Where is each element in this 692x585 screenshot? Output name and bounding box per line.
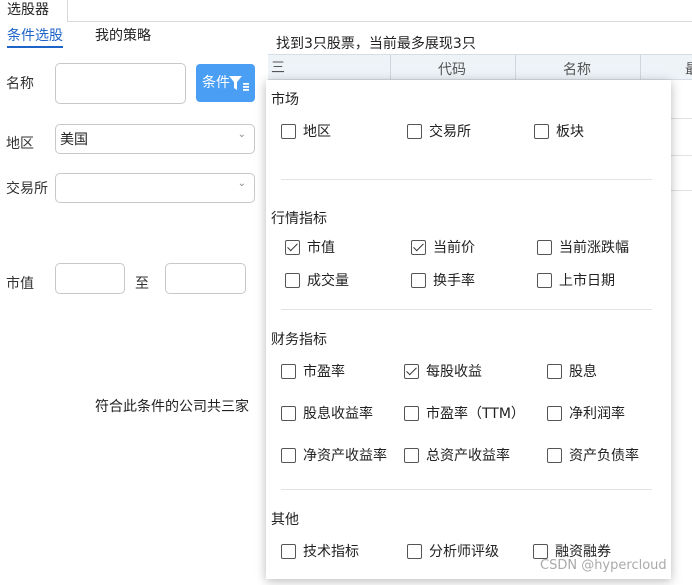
tab-condition-screen-label: 条件选股: [7, 28, 63, 44]
exchange-select[interactable]: ⌄: [55, 173, 255, 203]
checkbox[interactable]: [404, 406, 419, 421]
column-header-code[interactable]: 代码: [438, 59, 466, 79]
name-input[interactable]: [55, 63, 186, 104]
option-label: 板块: [556, 124, 584, 140]
column-menu-icon[interactable]: 三: [271, 57, 285, 77]
name-label: 名称: [6, 76, 34, 92]
chevron-down-icon: ⌄: [237, 129, 246, 140]
tab-my-strategy[interactable]: 我的策略: [95, 27, 151, 45]
checkbox[interactable]: [534, 124, 549, 139]
column-header-name[interactable]: 名称: [563, 59, 591, 79]
section-divider: [281, 489, 652, 490]
region-select[interactable]: 美国 ⌄: [55, 124, 255, 154]
checkbox[interactable]: [407, 544, 422, 559]
checkbox-checked[interactable]: [285, 240, 300, 255]
results-table-header: 三 代码 名称 最: [268, 54, 692, 81]
column-divider: [515, 55, 516, 81]
checkbox[interactable]: [411, 273, 426, 288]
option-label: 净资产收益率: [303, 448, 387, 464]
column-chooser-popup: 市场 地区 交易所 板块 行情指标 市值 当前价 当前涨跌幅 成交量 换手率 上…: [266, 80, 671, 579]
checkbox[interactable]: [407, 124, 422, 139]
section-title-market-indicators: 行情指标: [271, 211, 327, 227]
checkbox[interactable]: [547, 406, 562, 421]
option-label: 地区: [303, 124, 331, 140]
range-to-label: 至: [135, 276, 149, 292]
section-title-market: 市场: [271, 92, 299, 108]
option-label: 市值: [307, 240, 335, 256]
checkbox[interactable]: [537, 240, 552, 255]
tab-condition-screen[interactable]: 条件选股: [7, 27, 63, 48]
option-label: 当前价: [433, 240, 475, 256]
section-title-other: 其他: [271, 512, 299, 528]
chevron-down-icon: ⌄: [237, 178, 246, 189]
checkbox[interactable]: [285, 273, 300, 288]
region-label: 地区: [6, 136, 34, 152]
active-tab-underline: [7, 46, 63, 48]
option-label: 每股收益: [426, 364, 482, 380]
top-tab-bar: 选股器: [0, 0, 692, 22]
option-label: 技术指标: [303, 544, 359, 560]
result-summary: 符合此条件的公司共三家: [95, 399, 249, 415]
market-cap-min-input[interactable]: [55, 263, 125, 294]
option-label: 交易所: [429, 124, 471, 140]
checkbox[interactable]: [281, 124, 296, 139]
checkbox[interactable]: [281, 544, 296, 559]
option-label: 当前涨跌幅: [559, 240, 629, 256]
market-cap-label: 市值: [6, 276, 34, 292]
exchange-label: 交易所: [6, 181, 48, 197]
tab-stock-screener[interactable]: 选股器: [0, 0, 68, 22]
option-label: 股息收益率: [303, 406, 373, 422]
option-label: 资产负债率: [569, 448, 639, 464]
option-label: 市盈率（TTM）: [426, 406, 525, 422]
section-divider: [281, 309, 652, 310]
watermark-text: CSDN @hypercloud: [540, 558, 667, 573]
option-label: 分析师评级: [429, 544, 499, 560]
checkbox[interactable]: [281, 406, 296, 421]
column-divider: [640, 55, 641, 81]
option-label: 成交量: [307, 273, 349, 289]
checkbox[interactable]: [281, 364, 296, 379]
section-divider: [281, 179, 652, 180]
checkbox-checked[interactable]: [404, 364, 419, 379]
option-label: 净利润率: [569, 406, 625, 422]
option-label: 上市日期: [559, 273, 615, 289]
checkbox[interactable]: [404, 448, 419, 463]
condition-button-label: 条件: [202, 75, 230, 91]
checkbox[interactable]: [533, 544, 548, 559]
filter-icon: [229, 76, 249, 91]
section-title-financial-indicators: 财务指标: [271, 332, 327, 348]
option-label: 换手率: [433, 273, 475, 289]
market-cap-max-input[interactable]: [165, 263, 246, 294]
option-label: 市盈率: [303, 364, 345, 380]
option-label: 股息: [569, 364, 597, 380]
checkbox[interactable]: [547, 364, 562, 379]
column-header-more[interactable]: 最: [685, 59, 692, 79]
column-divider: [390, 55, 391, 81]
result-count-text: 找到3只股票，当前最多展现3只: [276, 36, 476, 52]
option-label: 总资产收益率: [426, 448, 510, 464]
region-select-value: 美国: [60, 132, 88, 148]
condition-filter-button[interactable]: 条件: [196, 64, 255, 102]
checkbox[interactable]: [547, 448, 562, 463]
checkbox[interactable]: [537, 273, 552, 288]
checkbox-checked[interactable]: [411, 240, 426, 255]
checkbox[interactable]: [281, 448, 296, 463]
